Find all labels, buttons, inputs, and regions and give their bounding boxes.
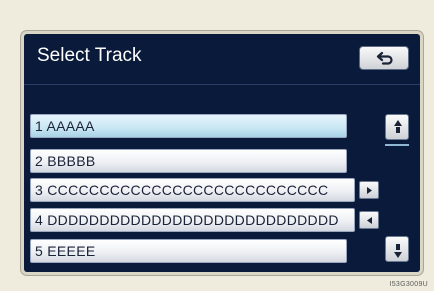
scroll-up-button[interactable] xyxy=(385,114,409,140)
screen-title: Select Track xyxy=(37,45,142,66)
track-item-1[interactable]: 1 AAAAA xyxy=(30,114,347,138)
back-arrow-icon xyxy=(376,51,393,65)
scroll-up-icon xyxy=(394,120,402,133)
track-label: 1 AAAAA xyxy=(35,118,95,134)
select-track-screen: Select Track 1 AAAAA 2 BBBBB 3 CCCCCCCCC… xyxy=(24,34,420,272)
track-label: 4 DDDDDDDDDDDDDDDDDDDDDDDDDDDD xyxy=(35,212,339,228)
scroll-text-left-button[interactable] xyxy=(359,211,379,229)
track-label: 3 CCCCCCCCCCCCCCCCCCCCCCCCCCC xyxy=(35,182,329,198)
track-label: 5 EEEEE xyxy=(35,243,96,259)
scroll-position-indicator xyxy=(385,144,409,146)
back-button[interactable] xyxy=(359,46,409,70)
track-item-2[interactable]: 2 BBBBB xyxy=(30,149,347,173)
scroll-down-button[interactable] xyxy=(385,236,409,262)
track-item-3[interactable]: 3 CCCCCCCCCCCCCCCCCCCCCCCCCCC xyxy=(30,178,355,202)
image-code: I53G3009U xyxy=(389,281,428,288)
header-divider xyxy=(24,84,420,85)
track-label: 2 BBBBB xyxy=(35,153,96,169)
scroll-down-icon xyxy=(394,244,402,258)
track-item-5[interactable]: 5 EEEEE xyxy=(30,239,347,263)
triangle-right-icon xyxy=(367,187,372,194)
triangle-left-icon xyxy=(367,217,372,224)
track-item-4[interactable]: 4 DDDDDDDDDDDDDDDDDDDDDDDDDDDD xyxy=(30,208,355,232)
scroll-text-right-button[interactable] xyxy=(359,181,379,199)
